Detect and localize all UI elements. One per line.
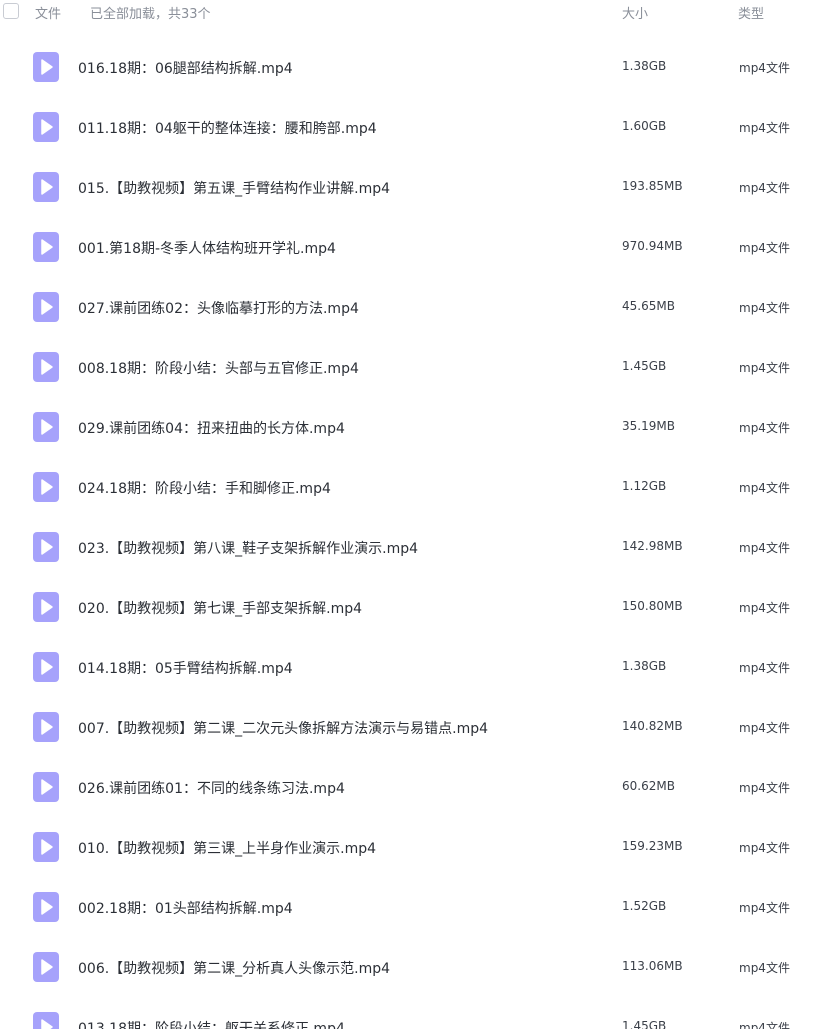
file-type: mp4文件 <box>739 481 790 495</box>
file-name[interactable]: 007.【助教视频】第二课_二次元头像拆解方法演示与易错点.mp4 <box>78 718 488 738</box>
file-row[interactable]: 008.18期：阶段小结：头部与五官修正.mp4 1.45GB mp4文件 <box>0 337 829 397</box>
file-row[interactable]: 014.18期：05手臂结构拆解.mp4 1.38GB mp4文件 <box>0 637 829 697</box>
video-file-icon <box>33 1012 59 1029</box>
file-row[interactable]: 015.【助教视频】第五课_手臂结构作业讲解.mp4 193.85MB mp4文… <box>0 157 829 217</box>
file-name[interactable]: 016.18期：06腿部结构拆解.mp4 <box>78 58 293 78</box>
file-name[interactable]: 010.【助教视频】第三课_上半身作业演示.mp4 <box>78 838 376 858</box>
file-list-header: 文件 已全部加载，共33个 大小 类型 <box>0 0 829 24</box>
file-name[interactable]: 023.【助教视频】第八课_鞋子支架拆解作业演示.mp4 <box>78 538 418 558</box>
file-list: 016.18期：06腿部结构拆解.mp4 1.38GB mp4文件 011.18… <box>0 37 829 1029</box>
file-name[interactable]: 015.【助教视频】第五课_手臂结构作业讲解.mp4 <box>78 178 390 198</box>
file-size: 142.98MB <box>622 539 683 553</box>
file-type: mp4文件 <box>739 301 790 315</box>
file-row[interactable]: 029.课前团练04：扭来扭曲的长方体.mp4 35.19MB mp4文件 <box>0 397 829 457</box>
select-all-checkbox[interactable] <box>3 3 19 19</box>
file-row[interactable]: 010.【助教视频】第三课_上半身作业演示.mp4 159.23MB mp4文件 <box>0 817 829 877</box>
video-file-icon <box>33 832 59 862</box>
file-type: mp4文件 <box>739 841 790 855</box>
video-file-icon <box>33 292 59 322</box>
file-type: mp4文件 <box>739 361 790 375</box>
video-file-icon <box>33 772 59 802</box>
column-header-size[interactable]: 大小 <box>622 3 648 22</box>
file-size: 1.38GB <box>622 59 667 73</box>
file-name[interactable]: 029.课前团练04：扭来扭曲的长方体.mp4 <box>78 418 345 438</box>
file-name[interactable]: 013.18期：阶段小结：躯干关系修正.mp4 <box>78 1018 345 1029</box>
file-size: 1.12GB <box>622 479 667 493</box>
file-size: 1.52GB <box>622 899 667 913</box>
file-size: 159.23MB <box>622 839 683 853</box>
file-type: mp4文件 <box>739 961 790 975</box>
file-type: mp4文件 <box>739 61 790 75</box>
file-row[interactable]: 023.【助教视频】第八课_鞋子支架拆解作业演示.mp4 142.98MB mp… <box>0 517 829 577</box>
video-file-icon <box>33 352 59 382</box>
video-file-icon <box>33 532 59 562</box>
video-file-icon <box>33 472 59 502</box>
file-size: 1.45GB <box>622 359 667 373</box>
file-size: 60.62MB <box>622 779 675 793</box>
file-row[interactable]: 002.18期：01头部结构拆解.mp4 1.52GB mp4文件 <box>0 877 829 937</box>
file-name[interactable]: 026.课前团练01：不同的线条练习法.mp4 <box>78 778 345 798</box>
video-file-icon <box>33 172 59 202</box>
file-row[interactable]: 020.【助教视频】第七课_手部支架拆解.mp4 150.80MB mp4文件 <box>0 577 829 637</box>
file-row[interactable]: 026.课前团练01：不同的线条练习法.mp4 60.62MB mp4文件 <box>0 757 829 817</box>
file-type: mp4文件 <box>739 721 790 735</box>
file-type: mp4文件 <box>739 601 790 615</box>
file-row[interactable]: 016.18期：06腿部结构拆解.mp4 1.38GB mp4文件 <box>0 37 829 97</box>
file-name[interactable]: 020.【助教视频】第七课_手部支架拆解.mp4 <box>78 598 362 618</box>
column-header-type[interactable]: 类型 <box>738 3 764 22</box>
file-size: 193.85MB <box>622 179 683 193</box>
file-row[interactable]: 024.18期：阶段小结：手和脚修正.mp4 1.12GB mp4文件 <box>0 457 829 517</box>
file-row[interactable]: 027.课前团练02：头像临摹打形的方法.mp4 45.65MB mp4文件 <box>0 277 829 337</box>
file-list-page: 文件 已全部加载，共33个 大小 类型 016.18期：06腿部结构拆解.mp4… <box>0 0 829 1029</box>
file-name[interactable]: 008.18期：阶段小结：头部与五官修正.mp4 <box>78 358 359 378</box>
file-size: 140.82MB <box>622 719 683 733</box>
video-file-icon <box>33 412 59 442</box>
file-size: 150.80MB <box>622 599 683 613</box>
file-size: 113.06MB <box>622 959 683 973</box>
file-size: 35.19MB <box>622 419 675 433</box>
file-type: mp4文件 <box>739 781 790 795</box>
file-size: 1.45GB <box>622 1019 667 1029</box>
video-file-icon <box>33 952 59 982</box>
file-row[interactable]: 001.第18期-冬季人体结构班开学礼.mp4 970.94MB mp4文件 <box>0 217 829 277</box>
load-status-text: 已全部加载，共33个 <box>90 7 211 22</box>
file-type: mp4文件 <box>739 541 790 555</box>
file-row[interactable]: 013.18期：阶段小结：躯干关系修正.mp4 1.45GB mp4文件 <box>0 997 829 1029</box>
file-type: mp4文件 <box>739 181 790 195</box>
column-header-file[interactable]: 文件 <box>35 3 61 22</box>
file-name[interactable]: 027.课前团练02：头像临摹打形的方法.mp4 <box>78 298 359 318</box>
file-type: mp4文件 <box>739 121 790 135</box>
video-file-icon <box>33 712 59 742</box>
file-size: 45.65MB <box>622 299 675 313</box>
file-name[interactable]: 001.第18期-冬季人体结构班开学礼.mp4 <box>78 238 336 258</box>
file-row[interactable]: 007.【助教视频】第二课_二次元头像拆解方法演示与易错点.mp4 140.82… <box>0 697 829 757</box>
file-name[interactable]: 002.18期：01头部结构拆解.mp4 <box>78 898 293 918</box>
file-type: mp4文件 <box>739 241 790 255</box>
file-row[interactable]: 011.18期：04躯干的整体连接：腰和胯部.mp4 1.60GB mp4文件 <box>0 97 829 157</box>
file-size: 1.60GB <box>622 119 667 133</box>
file-type: mp4文件 <box>739 421 790 435</box>
file-size: 970.94MB <box>622 239 683 253</box>
video-file-icon <box>33 52 59 82</box>
file-type: mp4文件 <box>739 661 790 675</box>
file-name[interactable]: 011.18期：04躯干的整体连接：腰和胯部.mp4 <box>78 118 377 138</box>
video-file-icon <box>33 652 59 682</box>
video-file-icon <box>33 112 59 142</box>
file-name[interactable]: 024.18期：阶段小结：手和脚修正.mp4 <box>78 478 331 498</box>
file-row[interactable]: 006.【助教视频】第二课_分析真人头像示范.mp4 113.06MB mp4文… <box>0 937 829 997</box>
file-size: 1.38GB <box>622 659 667 673</box>
file-type: mp4文件 <box>739 901 790 915</box>
file-name[interactable]: 006.【助教视频】第二课_分析真人头像示范.mp4 <box>78 958 390 978</box>
video-file-icon <box>33 892 59 922</box>
file-name[interactable]: 014.18期：05手臂结构拆解.mp4 <box>78 658 293 678</box>
video-file-icon <box>33 592 59 622</box>
file-type: mp4文件 <box>739 1021 790 1029</box>
video-file-icon <box>33 232 59 262</box>
